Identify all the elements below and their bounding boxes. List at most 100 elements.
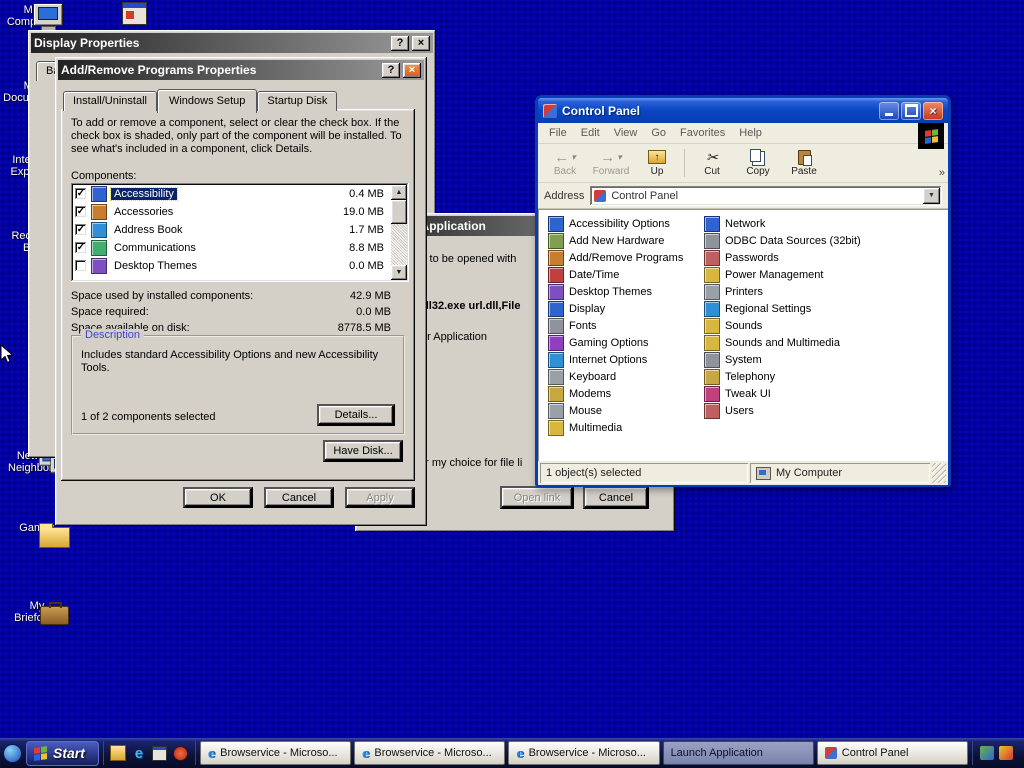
cp-item-passwords[interactable]: Passwords [702, 249, 940, 266]
checkbox-checked[interactable] [75, 242, 87, 254]
toolbar-overflow-icon[interactable] [939, 167, 945, 179]
cp-item-printers[interactable]: Printers [702, 283, 940, 300]
cp-item-modems[interactable]: Modems [546, 385, 696, 402]
help-button[interactable]: ? [382, 62, 400, 78]
task-browservice-3[interactable]: e Browservice - Microso... [508, 741, 660, 765]
up-button[interactable]: Up [634, 146, 680, 180]
menu-file[interactable]: File [542, 125, 574, 141]
cut-button[interactable]: Cut [689, 146, 735, 180]
cp-item-network[interactable]: Network [702, 215, 940, 232]
cp-item-desktop-themes[interactable]: Desktop Themes [546, 283, 696, 300]
close-button[interactable]: × [403, 62, 421, 78]
menu-go[interactable]: Go [644, 125, 673, 141]
task-control-panel[interactable]: Control Panel [816, 741, 968, 765]
have-disk-button[interactable]: Have Disk... [323, 440, 403, 462]
checkbox-checked[interactable] [75, 206, 87, 218]
tray-icon-1[interactable] [980, 746, 994, 760]
paste-button[interactable]: Paste [781, 146, 827, 180]
open-link-button[interactable]: Open link [500, 486, 574, 509]
cp-item-accessibility-options[interactable]: Accessibility Options [546, 215, 696, 232]
component-row-accessibility[interactable]: Accessibility 0.4 MB [73, 185, 391, 203]
scroll-up-icon[interactable] [391, 185, 407, 200]
cp-item-users[interactable]: Users [702, 402, 940, 419]
maximize-button[interactable] [901, 101, 921, 120]
tab-startup-disk[interactable]: Startup Disk [257, 91, 338, 111]
component-row-desktop-themes[interactable]: Desktop Themes 0.0 MB [73, 257, 391, 275]
tweak-ui-icon [704, 385, 720, 402]
cp-item-display[interactable]: Display [546, 300, 696, 317]
cp-item-odbc-data-sources[interactable]: ODBC Data Sources (32bit) [702, 232, 940, 249]
desktop-icon-my-computer[interactable]: My Computer [2, 2, 63, 32]
menu-view[interactable]: View [607, 125, 645, 141]
cp-item-internet-options[interactable]: Internet Options [546, 351, 696, 368]
quick-launch-documents-icon[interactable] [109, 745, 126, 761]
cp-item-add-new-hardware[interactable]: Add New Hardware [546, 232, 696, 249]
components-scrollbar[interactable] [391, 185, 407, 280]
menu-help[interactable]: Help [732, 125, 769, 141]
menu-favorites[interactable]: Favorites [673, 125, 732, 141]
status-zone: My Computer [750, 463, 930, 483]
components-label: Components: [71, 170, 137, 182]
control-panel-titlebar[interactable]: Control Panel [538, 98, 948, 123]
cp-item-sounds[interactable]: Sounds [702, 317, 940, 334]
desktop-icon-my-briefcase[interactable]: My Briefcase [8, 598, 69, 625]
details-button[interactable]: Details... [317, 404, 395, 426]
cp-item-mouse[interactable]: Mouse [546, 402, 696, 419]
close-button[interactable]: × [412, 35, 430, 51]
cp-item-keyboard[interactable]: Keyboard [546, 368, 696, 385]
cp-item-add-remove-programs[interactable]: Add/Remove Programs [546, 249, 696, 266]
display-properties-titlebar[interactable]: Display Properties ? × [31, 33, 433, 53]
task-browservice-1[interactable]: e Browservice - Microso... [199, 741, 352, 765]
quick-launch-internet-explorer-icon[interactable]: e [131, 745, 147, 762]
minimize-button[interactable] [879, 101, 899, 120]
forward-icon [600, 149, 615, 166]
component-row-accessories[interactable]: Accessories 19.0 MB [73, 203, 391, 221]
component-row-communications[interactable]: Communications 8.8 MB [73, 239, 391, 257]
menu-edit[interactable]: Edit [574, 125, 607, 141]
cp-item-fonts[interactable]: Fonts [546, 317, 696, 334]
checkbox-checked[interactable] [75, 188, 87, 200]
cp-item-system[interactable]: System [702, 351, 940, 368]
menu-bar: File Edit View Go Favorites Help [538, 123, 948, 144]
cp-item-regional-settings[interactable]: Regional Settings [702, 300, 940, 317]
checkbox-checked[interactable] [75, 224, 87, 236]
cp-item-multimedia[interactable]: Multimedia [546, 419, 696, 436]
apply-button[interactable]: Apply [345, 487, 415, 508]
taskbar-corner-icon[interactable] [3, 743, 22, 763]
cp-item-tweak-ui[interactable]: Tweak UI [702, 385, 940, 402]
cp-item-telephony[interactable]: Telephony [702, 368, 940, 385]
add-remove-titlebar[interactable]: Add/Remove Programs Properties ? × [58, 60, 424, 80]
resize-grip[interactable] [932, 463, 946, 483]
description-groupbox: Description Includes standard Accessibil… [71, 329, 405, 435]
sounds-multimedia-icon [704, 334, 720, 351]
component-row-address-book[interactable]: Address Book 1.7 MB [73, 221, 391, 239]
desktop-icon-shortcut[interactable] [88, 0, 147, 25]
control-panel-icon [594, 189, 607, 202]
help-button[interactable]: ? [391, 35, 409, 51]
close-button[interactable] [923, 101, 943, 120]
cancel-button[interactable]: Cancel [583, 486, 649, 509]
scrollbar-thumb[interactable] [391, 200, 407, 224]
quick-launch-media-icon[interactable] [173, 745, 189, 761]
quick-launch-show-desktop-icon[interactable] [152, 745, 168, 761]
start-button[interactable]: Start [26, 740, 99, 766]
tray-icon-2[interactable] [999, 746, 1013, 760]
scroll-down-icon[interactable] [391, 265, 407, 280]
cp-item-date-time[interactable]: Date/Time [546, 266, 696, 283]
task-launch-application[interactable]: Launch Application [662, 741, 814, 765]
checkbox-unchecked[interactable] [75, 260, 87, 272]
cancel-button[interactable]: Cancel [264, 487, 334, 508]
tab-install-uninstall[interactable]: Install/Uninstall [63, 91, 157, 111]
cp-item-power-management[interactable]: Power Management [702, 266, 940, 283]
back-button[interactable]: Back [542, 146, 588, 180]
address-dropdown-button[interactable] [923, 187, 940, 204]
task-browservice-2[interactable]: e Browservice - Microso... [354, 741, 506, 765]
forward-button[interactable]: Forward [588, 146, 634, 180]
multimedia-icon [548, 419, 564, 436]
address-combo[interactable]: Control Panel [590, 185, 942, 206]
ok-button[interactable]: OK [183, 487, 253, 508]
copy-button[interactable]: Copy [735, 146, 781, 180]
cp-item-sounds-and-multimedia[interactable]: Sounds and Multimedia [702, 334, 940, 351]
tab-windows-setup[interactable]: Windows Setup [156, 89, 258, 113]
cp-item-gaming-options[interactable]: Gaming Options [546, 334, 696, 351]
